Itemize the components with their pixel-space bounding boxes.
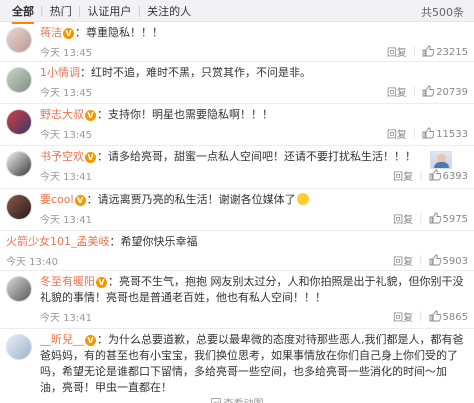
- thumbs-up-icon: [422, 127, 435, 138]
- avatar[interactable]: [6, 276, 32, 302]
- comment-username[interactable]: 要cool: [40, 193, 74, 206]
- like-button[interactable]: 5975: [429, 212, 468, 225]
- comment-time: 今天 13:40: [6, 256, 58, 268]
- like-button[interactable]: 5903: [429, 254, 468, 267]
- reply-button[interactable]: 回复: [393, 211, 413, 226]
- comment-item: __昕兒__ V ：为什么总要道歉，总要以最卑微的态度对待那些恶人,我们都是人，都有…: [0, 329, 474, 395]
- comment-item: 书予空欢 V ：请多给亮哥，甜蜜一点私人空间吧！还请不要打扰私生活！！！ 今天 13…: [0, 146, 474, 189]
- verified-badge-icon: V: [85, 152, 96, 163]
- reply-button[interactable]: 回复: [387, 126, 407, 141]
- avatar[interactable]: [6, 67, 32, 93]
- image-icon: [210, 398, 221, 403]
- avatar[interactable]: [6, 194, 32, 220]
- comment-text: ：希望你快乐幸福: [109, 235, 198, 248]
- thumbs-up-icon: [429, 212, 441, 223]
- comment-username[interactable]: __昕兒__: [40, 333, 84, 346]
- tab-all[interactable]: 全部: [6, 3, 40, 24]
- comment-username[interactable]: 蒋洁: [40, 26, 62, 39]
- like-count: 5975: [442, 213, 468, 225]
- comment-time: 今天 13:41: [40, 312, 92, 324]
- like-count: 11533: [436, 128, 468, 140]
- like-count: 23215: [436, 46, 468, 58]
- verified-badge-icon: V: [63, 28, 74, 39]
- thumbs-up-icon: [429, 169, 441, 180]
- comment-item: 蒋洁 V ：尊重隐私！！！ 今天 13:45 回复 | 23215: [0, 22, 474, 62]
- reply-button[interactable]: 回复: [387, 84, 407, 99]
- thumbs-up-icon: [422, 85, 435, 96]
- like-button[interactable]: 6393: [429, 169, 468, 182]
- comment-username[interactable]: 书予空欢: [40, 150, 84, 163]
- avatar[interactable]: [6, 27, 32, 53]
- comment-item: 1小情调：红时不追，难时不黑，只赏其作，不问是非。 今天 13:45 回复 | 20…: [0, 62, 474, 104]
- comment-time: 今天 13:45: [40, 87, 92, 99]
- tab-verified-users[interactable]: 认证用户: [81, 3, 137, 19]
- comment-text: ：尊重隐私！！！: [75, 26, 163, 39]
- reply-button[interactable]: 回复: [387, 44, 407, 59]
- comment-total-count: 共500条: [421, 6, 464, 19]
- comment-list: 蒋洁 V ：尊重隐私！！！ 今天 13:45 回复 | 23215 1小情调：红时不追，…: [0, 22, 474, 403]
- comment-tabs-bar: 全部 | 热门 | 认证用户 | 关注的人 共500条: [0, 0, 474, 24]
- comment-username[interactable]: 野志大叔: [40, 108, 84, 121]
- comment-item: 要cool V ：请远离贾乃亮的私生活！谢谢各位媒体了 今天 13:41 回复 | 59…: [0, 189, 474, 231]
- view-gif-link[interactable]: 查看动图: [0, 395, 474, 403]
- reply-button[interactable]: 回复: [393, 309, 413, 324]
- tab-following[interactable]: 关注的人: [141, 3, 197, 19]
- thumbs-up-icon: [429, 254, 441, 265]
- like-count: 20739: [436, 86, 468, 98]
- thumbs-up-icon: [422, 45, 435, 56]
- verified-badge-icon: V: [85, 110, 96, 121]
- like-count: 5865: [442, 311, 468, 323]
- comment-text: ：为什么总要道歉，总要以最卑微的态度对待那些恶人,我们都是人，都有爸爸妈妈，有的…: [40, 333, 464, 394]
- avatar[interactable]: [6, 334, 32, 360]
- comment-text: ：请多给亮哥，甜蜜一点私人空间吧！还请不要打扰私生活！！！: [97, 150, 416, 163]
- comment-username[interactable]: 1小情调: [40, 66, 80, 79]
- reply-button[interactable]: 回复: [393, 168, 413, 183]
- comment-username[interactable]: 火箭少女101_孟美岐: [6, 235, 110, 248]
- like-button[interactable]: 5865: [429, 310, 468, 323]
- comment-item: 火箭少女101_孟美岐：希望你快乐幸福 今天 13:40 回复 | 5903: [0, 231, 474, 271]
- verified-badge-icon: V: [74, 195, 86, 206]
- comment-item: 野志大叔 V ：支持你！明星也需要隐私啊！！！ 今天 13:45 回复 | 11533: [0, 104, 474, 146]
- comment-time: 今天 13:41: [40, 214, 92, 226]
- like-count: 5903: [442, 255, 468, 267]
- verified-badge-icon: V: [85, 335, 96, 346]
- avatar[interactable]: [6, 109, 32, 135]
- verified-badge-icon: V: [96, 277, 107, 288]
- avatar[interactable]: [6, 151, 32, 177]
- comment-time: 今天 13:45: [40, 129, 92, 141]
- comment-text: ：红时不追，难时不黑，只赏其作，不问是非。: [80, 66, 311, 79]
- comment-time: 今天 13:41: [40, 171, 92, 183]
- reply-button[interactable]: 回复: [393, 253, 413, 268]
- like-count: 6393: [442, 170, 468, 182]
- tab-hot[interactable]: 热门: [44, 3, 78, 19]
- comment-text: ：请远离贾乃亮的私生活！谢谢各位媒体了: [86, 193, 296, 206]
- comment-username[interactable]: 冬至有暖阳: [40, 275, 95, 288]
- like-button[interactable]: 23215: [422, 45, 468, 58]
- comment-text: ：支持你！明星也需要隐私啊！！！: [97, 108, 273, 121]
- comment-time: 今天 13:45: [40, 47, 92, 59]
- smile-emoji-icon: [296, 193, 309, 205]
- attached-image-thumbnail[interactable]: [430, 151, 452, 169]
- like-button[interactable]: 11533: [422, 127, 468, 140]
- like-button[interactable]: 20739: [422, 85, 468, 98]
- comment-item: 冬至有暖阳 V ：亮哥不生气，抱抱 网友别太过分，人和你拍照是出于礼貌，但你别干没礼…: [0, 271, 474, 329]
- thumbs-up-icon: [429, 310, 441, 321]
